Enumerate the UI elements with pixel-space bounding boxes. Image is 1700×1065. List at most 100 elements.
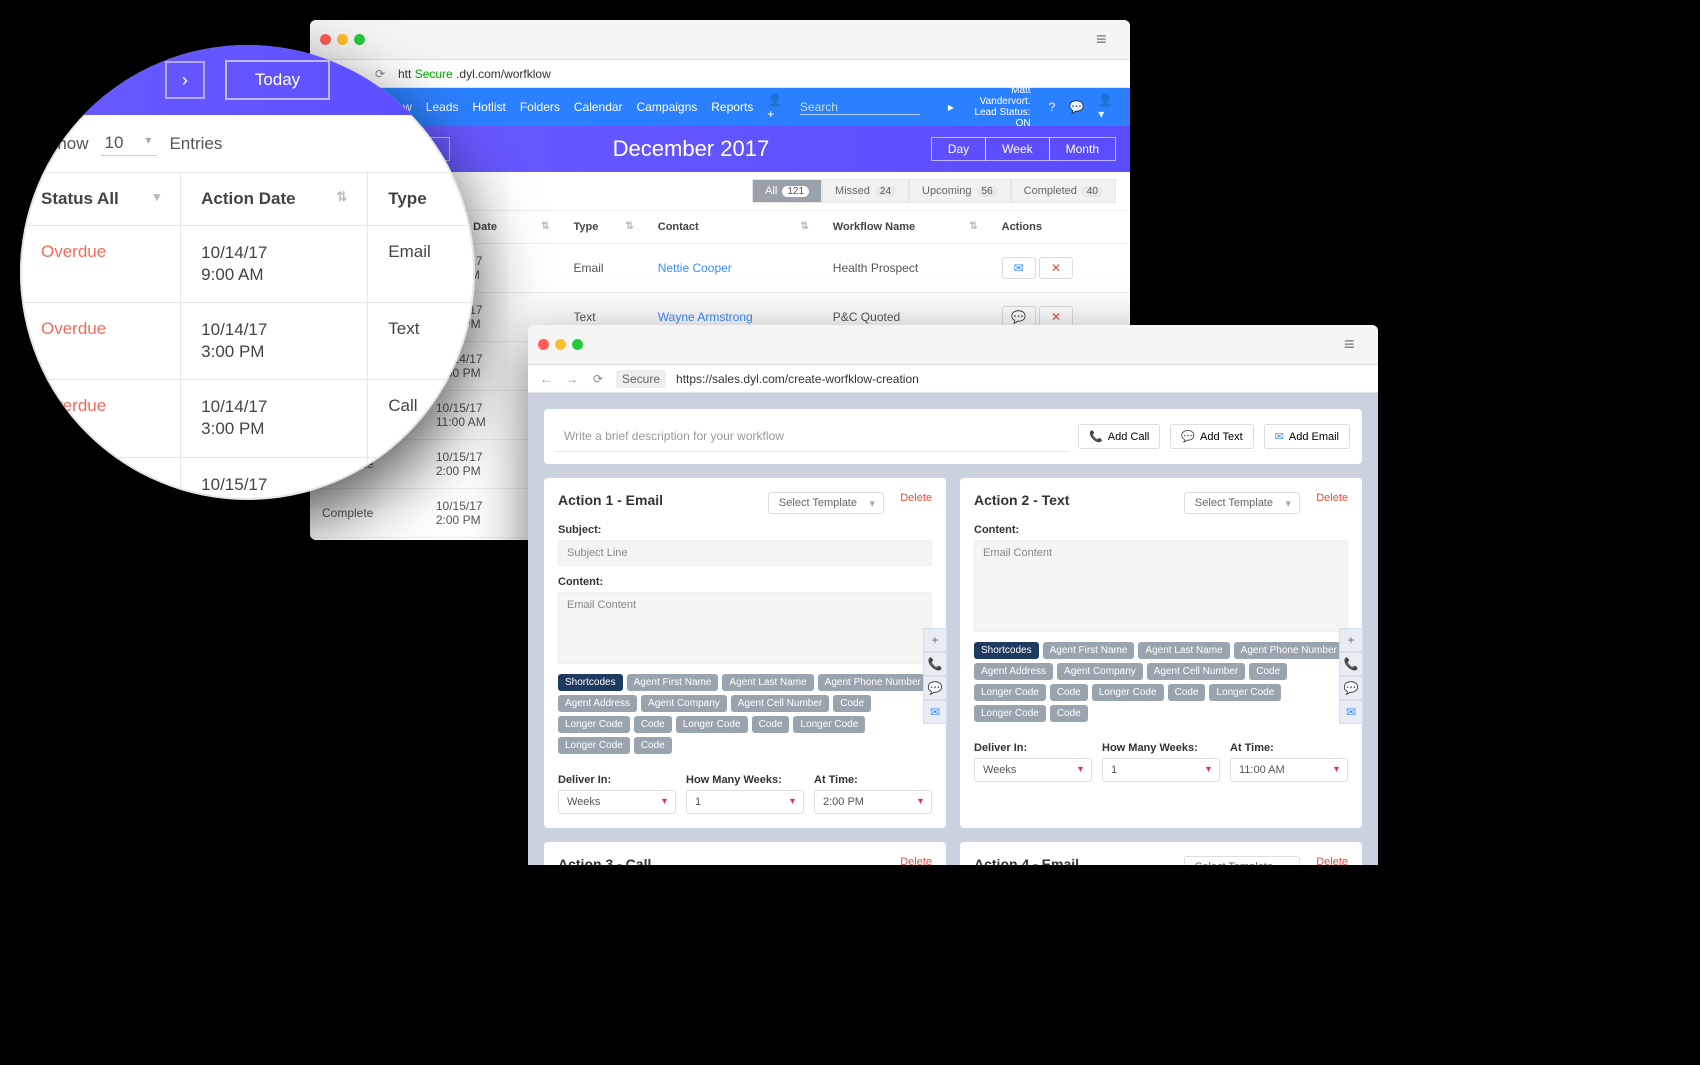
mag-col-header[interactable]: Action Date⇅ — [181, 173, 368, 226]
shortcode-chip[interactable]: Agent First Name — [1043, 642, 1135, 659]
shortcode-chip[interactable]: Code — [634, 716, 672, 733]
shortcode-chip[interactable]: Code — [1050, 705, 1088, 722]
content-input[interactable]: Email Content — [974, 540, 1348, 632]
shortcode-chip[interactable]: Longer Code — [676, 716, 748, 733]
chat-icon[interactable]: 💬 — [923, 676, 947, 700]
col-header[interactable]: Contact⇅ — [646, 211, 821, 244]
hamburger-icon[interactable]: ≡ — [1344, 334, 1368, 355]
shortcode-chip[interactable]: Longer Code — [1209, 684, 1281, 701]
reload-icon[interactable]: ⟳ — [590, 372, 606, 386]
add-email-button[interactable]: ✉Add Email — [1264, 424, 1350, 449]
shortcode-chip[interactable]: Agent Cell Number — [1147, 663, 1245, 680]
shortcode-chip[interactable]: Agent Last Name — [722, 674, 813, 691]
minimize-dot[interactable] — [337, 34, 348, 45]
shortcode-chip[interactable]: Longer Code — [974, 684, 1046, 701]
nav-item[interactable]: Leads — [426, 100, 459, 114]
deliver-select[interactable]: Weeks — [558, 790, 676, 814]
search-input[interactable] — [800, 100, 920, 115]
shortcode-chip[interactable]: Code — [1249, 663, 1287, 680]
nav-item[interactable]: Campaigns — [637, 100, 698, 114]
description-input[interactable]: Write a brief description for your workf… — [556, 421, 1068, 452]
mag-col-header[interactable]: Status All▾ — [21, 173, 181, 226]
col-header[interactable]: Workflow Name⇅ — [821, 211, 990, 244]
chat-icon[interactable]: 💬 — [1339, 676, 1363, 700]
phone-icon[interactable]: 📞 — [1339, 652, 1363, 676]
close-dot[interactable] — [538, 339, 549, 350]
help-icon[interactable]: ? — [1049, 100, 1056, 114]
shortcode-chip[interactable]: Longer Code — [974, 705, 1046, 722]
segment-month[interactable]: Month — [1049, 137, 1116, 161]
delete-button[interactable]: Delete — [900, 856, 932, 865]
forward-icon[interactable]: → — [564, 372, 580, 386]
deliver-select[interactable]: Weeks — [974, 758, 1092, 782]
filter-missed[interactable]: Missed24 — [822, 179, 909, 203]
mag-next-icon[interactable]: › — [165, 61, 205, 99]
template-select[interactable]: Select Template — [1184, 492, 1300, 514]
shortcode-chip[interactable]: Code — [752, 716, 790, 733]
segment-week[interactable]: Week — [985, 137, 1049, 161]
mail-icon[interactable]: ✉ — [1339, 700, 1363, 724]
add-text-button[interactable]: 💬Add Text — [1170, 424, 1253, 449]
filter-all[interactable]: All121 — [752, 179, 822, 203]
nav-item[interactable]: Hotlist — [473, 100, 506, 114]
filter-upcoming[interactable]: Upcoming56 — [909, 179, 1011, 203]
shortcode-chip[interactable]: Agent Last Name — [1138, 642, 1229, 659]
shortcode-chip[interactable]: Agent First Name — [627, 674, 719, 691]
add-user-icon[interactable]: 👤+ — [767, 93, 786, 121]
content-input[interactable]: Email Content — [558, 592, 932, 664]
nav-item[interactable]: Folders — [520, 100, 560, 114]
shortcode-chip[interactable]: Code — [634, 737, 672, 754]
add-icon[interactable]: + — [923, 628, 947, 652]
phone-icon[interactable]: 📞 — [923, 652, 947, 676]
filter-completed[interactable]: Completed40 — [1011, 179, 1116, 203]
nav-item[interactable]: Reports — [711, 100, 753, 114]
hamburger-icon[interactable]: ≡ — [1096, 29, 1120, 50]
shortcodes-chip[interactable]: Shortcodes — [974, 642, 1039, 659]
contact-link[interactable]: Wayne Armstrong — [658, 310, 753, 324]
delete-button[interactable]: Delete — [1316, 492, 1348, 504]
add-call-button[interactable]: 📞Add Call — [1078, 424, 1160, 449]
shortcode-chip[interactable]: Longer Code — [558, 737, 630, 754]
shortcode-chip[interactable]: Code — [1168, 684, 1206, 701]
shortcode-chip[interactable]: Agent Address — [974, 663, 1053, 680]
zoom-dot[interactable] — [572, 339, 583, 350]
user-menu-icon[interactable]: 👤▾ — [1098, 93, 1116, 121]
col-header[interactable]: Type⇅ — [562, 211, 646, 244]
shortcodes-chip[interactable]: Shortcodes — [558, 674, 623, 691]
template-select[interactable]: Select Template — [768, 492, 884, 514]
shortcode-chip[interactable]: Agent Company — [1057, 663, 1143, 680]
shortcode-chip[interactable]: Agent Company — [641, 695, 727, 712]
shortcode-chip[interactable]: Agent Phone Number — [1234, 642, 1344, 659]
shortcode-chip[interactable]: Code — [1050, 684, 1088, 701]
delete-action-button[interactable]: ✕ — [1039, 257, 1073, 279]
close-dot[interactable] — [320, 34, 331, 45]
weeks-select[interactable]: 1 — [686, 790, 804, 814]
time-select[interactable]: 2:00 PM — [814, 790, 932, 814]
shortcode-chip[interactable]: Agent Phone Number — [818, 674, 928, 691]
minimize-dot[interactable] — [555, 339, 566, 350]
shortcode-chip[interactable]: Longer Code — [793, 716, 865, 733]
nav-item[interactable]: Calendar — [574, 100, 623, 114]
time-select[interactable]: 11:00 AM — [1230, 758, 1348, 782]
subject-input[interactable]: Subject Line — [558, 540, 932, 566]
shortcode-chip[interactable]: Code — [833, 695, 871, 712]
segment-day[interactable]: Day — [931, 137, 986, 161]
zoom-dot[interactable] — [354, 34, 365, 45]
delete-button[interactable]: Delete — [1316, 856, 1348, 865]
mag-today-button[interactable]: Today — [225, 60, 330, 100]
delete-button[interactable]: Delete — [900, 492, 932, 504]
col-header[interactable]: Actions — [990, 211, 1130, 244]
play-icon[interactable]: ▸ — [948, 100, 954, 114]
shortcode-chip[interactable]: Agent Address — [558, 695, 637, 712]
template-select[interactable]: Select Template — [1184, 856, 1300, 865]
contact-link[interactable]: Nettie Cooper — [658, 261, 732, 275]
page-size-select[interactable]: 10 — [101, 131, 158, 156]
shortcode-chip[interactable]: Longer Code — [1092, 684, 1164, 701]
shortcode-chip[interactable]: Longer Code — [558, 716, 630, 733]
reload-icon[interactable]: ⟳ — [372, 67, 388, 81]
chat-icon[interactable]: 💬 — [1069, 100, 1084, 114]
weeks-select[interactable]: 1 — [1102, 758, 1220, 782]
back-icon[interactable]: ← — [538, 372, 554, 386]
mail-action-button[interactable]: ✉ — [1002, 257, 1036, 279]
add-icon[interactable]: + — [1339, 628, 1363, 652]
